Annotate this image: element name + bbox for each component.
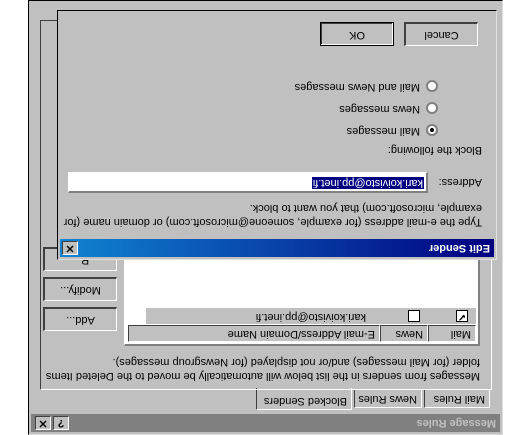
edit-sender-close-button[interactable]: ✕ (62, 241, 78, 255)
close-button[interactable]: ✕ (35, 416, 51, 430)
radio-mail-and-news-messages[interactable] (426, 80, 438, 92)
description-line-2: folder (for Mail messages) and/or not di… (112, 356, 480, 368)
radio-mail-messages[interactable] (426, 124, 438, 136)
tab-news-rules-label: News Rules (358, 393, 417, 405)
radio-news-messages[interactable] (426, 102, 438, 114)
add-button[interactable]: Add... (43, 307, 117, 331)
mail-checkbox[interactable]: ✔ (456, 310, 468, 322)
description-line-1: Messages from senders in the list below … (45, 370, 480, 382)
help-button[interactable]: ? (53, 416, 69, 430)
block-label: Block the following: (387, 144, 482, 156)
address-value: kari.koivisto@pp.inet.fi (311, 177, 424, 189)
instructions-line-1: Type the e-mail address (for example, so… (63, 216, 482, 228)
tab-mail-rules[interactable]: Mail Rules (424, 389, 490, 408)
option-news-messages[interactable]: News messages (339, 103, 420, 115)
edit-sender-dialog: Edit Sender ✕ Type the e-mail address (f… (57, 10, 497, 260)
instructions-line-2: example, microsoft.com) that you want to… (249, 202, 482, 214)
rotated-screenshot: Message Rules ? ✕ Mail Rules News Rules … (0, 0, 505, 435)
column-news[interactable]: News (380, 325, 428, 342)
column-address[interactable]: E-mail Address/Domain Name (128, 325, 380, 342)
table-row[interactable]: ✔ kari.koivisto@pp.inet.fi (146, 308, 476, 324)
message-rules-titlebar[interactable]: Message Rules (31, 414, 500, 432)
option-mail-messages[interactable]: Mail messages (347, 125, 420, 137)
tab-mail-rules-label: Mail Rules (433, 393, 485, 405)
address-label: Address: (438, 176, 482, 188)
tab-blocked-senders[interactable]: Blocked Senders (256, 388, 352, 410)
address-cell: kari.koivisto@pp.inet.fi (255, 311, 366, 323)
column-mail[interactable]: Mail (428, 325, 476, 342)
cancel-button[interactable]: Cancel (404, 22, 478, 46)
edit-sender-title: Edit Sender (428, 242, 490, 254)
option-mail-and-news-messages[interactable]: Mail and News messages (295, 81, 420, 93)
news-checkbox[interactable] (408, 310, 420, 322)
tab-blocked-senders-label: Blocked Senders (263, 395, 347, 407)
tab-news-rules[interactable]: News Rules (354, 389, 422, 408)
message-rules-title: Message Rules (416, 417, 496, 429)
modify-button[interactable]: Modify... (43, 277, 117, 301)
edit-sender-titlebar[interactable]: Edit Sender (60, 239, 494, 257)
address-input[interactable]: kari.koivisto@pp.inet.fi (68, 172, 428, 193)
ok-button[interactable]: OK (320, 22, 394, 46)
